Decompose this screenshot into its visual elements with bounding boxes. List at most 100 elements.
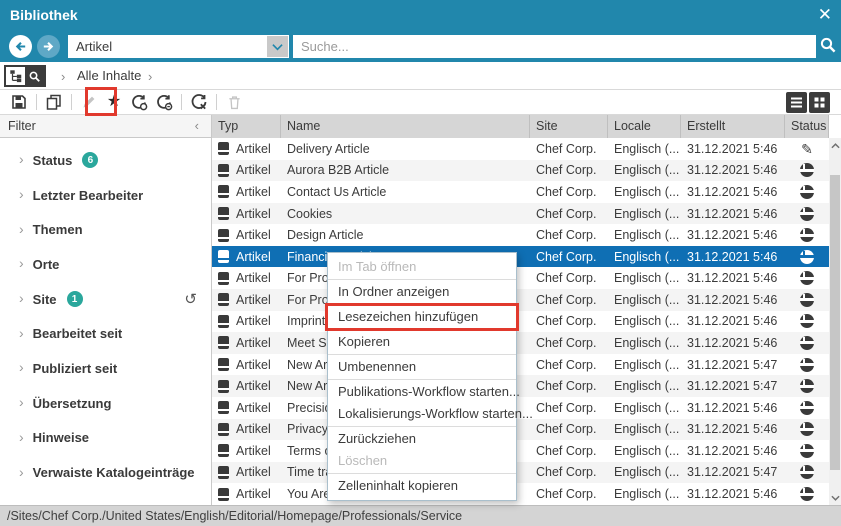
- title-bar: Bibliothek ✕: [0, 0, 841, 31]
- article-icon: [218, 185, 229, 198]
- close-icon[interactable]: ✕: [818, 5, 832, 25]
- typ-label: Artikel: [236, 487, 271, 501]
- table-row[interactable]: ArtikelMeet SanChef Corp.Englisch (...31…: [212, 332, 829, 354]
- withdraw-button[interactable]: [188, 92, 210, 112]
- table-row[interactable]: ArtikelNew ArtiChef Corp.Englisch (...31…: [212, 375, 829, 397]
- table-row[interactable]: ArtikelDesign ArticleChef Corp.Englisch …: [212, 224, 829, 246]
- menu-item-lokalisierungs-workflow-starten-[interactable]: Lokalisierungs-Workflow starten...: [328, 403, 516, 425]
- copy-button[interactable]: [43, 92, 65, 112]
- chevron-down-icon[interactable]: [267, 36, 288, 57]
- breadcrumb-root[interactable]: Alle Inhalte: [77, 68, 141, 83]
- chevron-right-icon[interactable]: ›: [148, 69, 152, 84]
- released-status-icon: [800, 444, 814, 458]
- scroll-up-icon[interactable]: [829, 139, 841, 152]
- menu-item-kopieren[interactable]: Kopieren: [328, 331, 516, 353]
- menu-item-umbenennen[interactable]: Umbenennen: [328, 356, 516, 378]
- article-icon: [218, 488, 229, 501]
- breadcrumb: › Alle Inhalte ›: [0, 62, 841, 90]
- cell-typ: Artikel: [212, 163, 281, 177]
- table-row[interactable]: ArtikelDelivery ArticleChef Corp.Englisc…: [212, 138, 829, 160]
- vertical-scrollbar[interactable]: [829, 138, 841, 505]
- menu-item-zur-ckziehen[interactable]: Zurückziehen: [328, 428, 516, 450]
- table-row[interactable]: ArtikelImprint AChef Corp.Englisch (...3…: [212, 311, 829, 333]
- table-row[interactable]: ArtikelCookiesChef Corp.Englisch (...31.…: [212, 203, 829, 225]
- filter-item-letzter-bearbeiter[interactable]: ›Letzter Bearbeiter: [0, 178, 211, 213]
- menu-separator: [328, 329, 516, 330]
- localization-workflow-button[interactable]: [153, 92, 175, 112]
- cell-status: [785, 314, 829, 328]
- search-input[interactable]: [293, 35, 816, 58]
- column-header-typ[interactable]: Typ: [212, 115, 281, 138]
- cell-locale: Englisch (...: [608, 250, 681, 264]
- cell-locale: Englisch (...: [608, 465, 681, 479]
- filter-item-verwaiste-katalogeintr-ge[interactable]: ›Verwaiste Katalogeinträge: [0, 455, 211, 490]
- released-status-icon: [800, 314, 814, 328]
- cell-status: [785, 293, 829, 307]
- cell-typ: Artikel: [212, 314, 281, 328]
- menu-item-in-ordner-anzeigen[interactable]: In Ordner anzeigen: [328, 281, 516, 303]
- toolbar-divider: [216, 94, 217, 110]
- menu-item-zelleninhalt-kopieren[interactable]: Zelleninhalt kopieren: [328, 475, 516, 497]
- table-row[interactable]: ArtikelYou Are The Perfect ChefChef Corp…: [212, 483, 829, 505]
- filter-item-publiziert-seit[interactable]: ›Publiziert seit: [0, 351, 211, 386]
- filter-count-badge: 6: [82, 152, 98, 168]
- filter-item--bersetzung[interactable]: ›Übersetzung: [0, 386, 211, 421]
- cell-locale: Englisch (...: [608, 228, 681, 242]
- filter-item-status[interactable]: ›Status6: [0, 143, 211, 178]
- reset-filter-icon[interactable]: ↺: [184, 290, 197, 308]
- cell-site: Chef Corp.: [530, 250, 608, 264]
- publish-workflow-button[interactable]: [128, 92, 150, 112]
- table-row[interactable]: ArtikelContact Us ArticleChef Corp.Engli…: [212, 181, 829, 203]
- cell-name: Contact Us Article: [281, 185, 530, 199]
- cell-typ: Artikel: [212, 250, 281, 264]
- column-header-locale[interactable]: Locale: [608, 115, 681, 138]
- tree-view-icon[interactable]: [6, 67, 25, 85]
- scrollbar-thumb[interactable]: [830, 175, 840, 470]
- search-view-icon[interactable]: [25, 67, 44, 85]
- table-row[interactable]: ArtikelFor ProfeChef Corp.Englisch (...3…: [212, 267, 829, 289]
- table-row[interactable]: ArtikelTerms ofChef Corp.Englisch (...31…: [212, 440, 829, 462]
- article-icon: [218, 444, 229, 457]
- save-button[interactable]: [8, 92, 30, 112]
- search-icon[interactable]: [819, 36, 837, 54]
- content-type-select[interactable]: Artikel: [68, 35, 289, 58]
- cell-typ: Artikel: [212, 293, 281, 307]
- menu-separator: [328, 304, 516, 305]
- scroll-down-icon[interactable]: [829, 491, 841, 504]
- cell-site: Chef Corp.: [530, 465, 608, 479]
- cell-status: [785, 163, 829, 177]
- table-row[interactable]: ArtikelNew ArticChef Corp.Englisch (...3…: [212, 354, 829, 376]
- filter-item-bearbeitet-seit[interactable]: ›Bearbeitet seit: [0, 316, 211, 351]
- copy-icon: [46, 94, 62, 110]
- list-view-icon[interactable]: [786, 92, 807, 113]
- cell-site: Chef Corp.: [530, 207, 608, 221]
- filter-item-label: Publiziert seit: [33, 361, 118, 376]
- filter-item-hinweise[interactable]: ›Hinweise: [0, 421, 211, 456]
- filter-item-themen[interactable]: ›Themen: [0, 212, 211, 247]
- filter-item-orte[interactable]: ›Orte: [0, 247, 211, 282]
- save-icon: [11, 94, 27, 110]
- forward-button[interactable]: [37, 35, 60, 58]
- table-row[interactable]: ArtikelTime travChef Corp.Englisch (...3…: [212, 462, 829, 484]
- table-row[interactable]: ArtikelFor ProfeChef Corp.Englisch (...3…: [212, 289, 829, 311]
- column-header-status[interactable]: Status: [785, 115, 829, 138]
- column-header-erstellt[interactable]: Erstellt: [681, 115, 785, 138]
- grid-view-icon[interactable]: [809, 92, 830, 113]
- delete-button[interactable]: [223, 92, 245, 112]
- column-header-name[interactable]: Name: [281, 115, 530, 138]
- column-header-site[interactable]: Site: [530, 115, 608, 138]
- table-row[interactable]: ArtikelFinancing ArticleChef Corp.Englis…: [212, 246, 829, 268]
- article-icon: [218, 142, 229, 155]
- menu-item-lesezeichen-hinzuf-gen[interactable]: Lesezeichen hinzufügen: [328, 306, 516, 328]
- cell-locale: Englisch (...: [608, 271, 681, 285]
- back-button[interactable]: [9, 35, 32, 58]
- collapse-panel-icon[interactable]: ‹: [195, 118, 199, 133]
- released-status-icon: [800, 358, 814, 372]
- table-row[interactable]: ArtikelAurora B2B ArticleChef Corp.Engli…: [212, 160, 829, 182]
- typ-label: Artikel: [236, 401, 271, 415]
- workflow-refresh-icon: [130, 93, 148, 111]
- filter-item-site[interactable]: ›Site1↺: [0, 282, 211, 317]
- cell-created: 31.12.2021 5:46: [681, 336, 785, 350]
- menu-item-publikations-workflow-starten-[interactable]: Publikations-Workflow starten...: [328, 381, 516, 403]
- menu-separator: [328, 473, 516, 474]
